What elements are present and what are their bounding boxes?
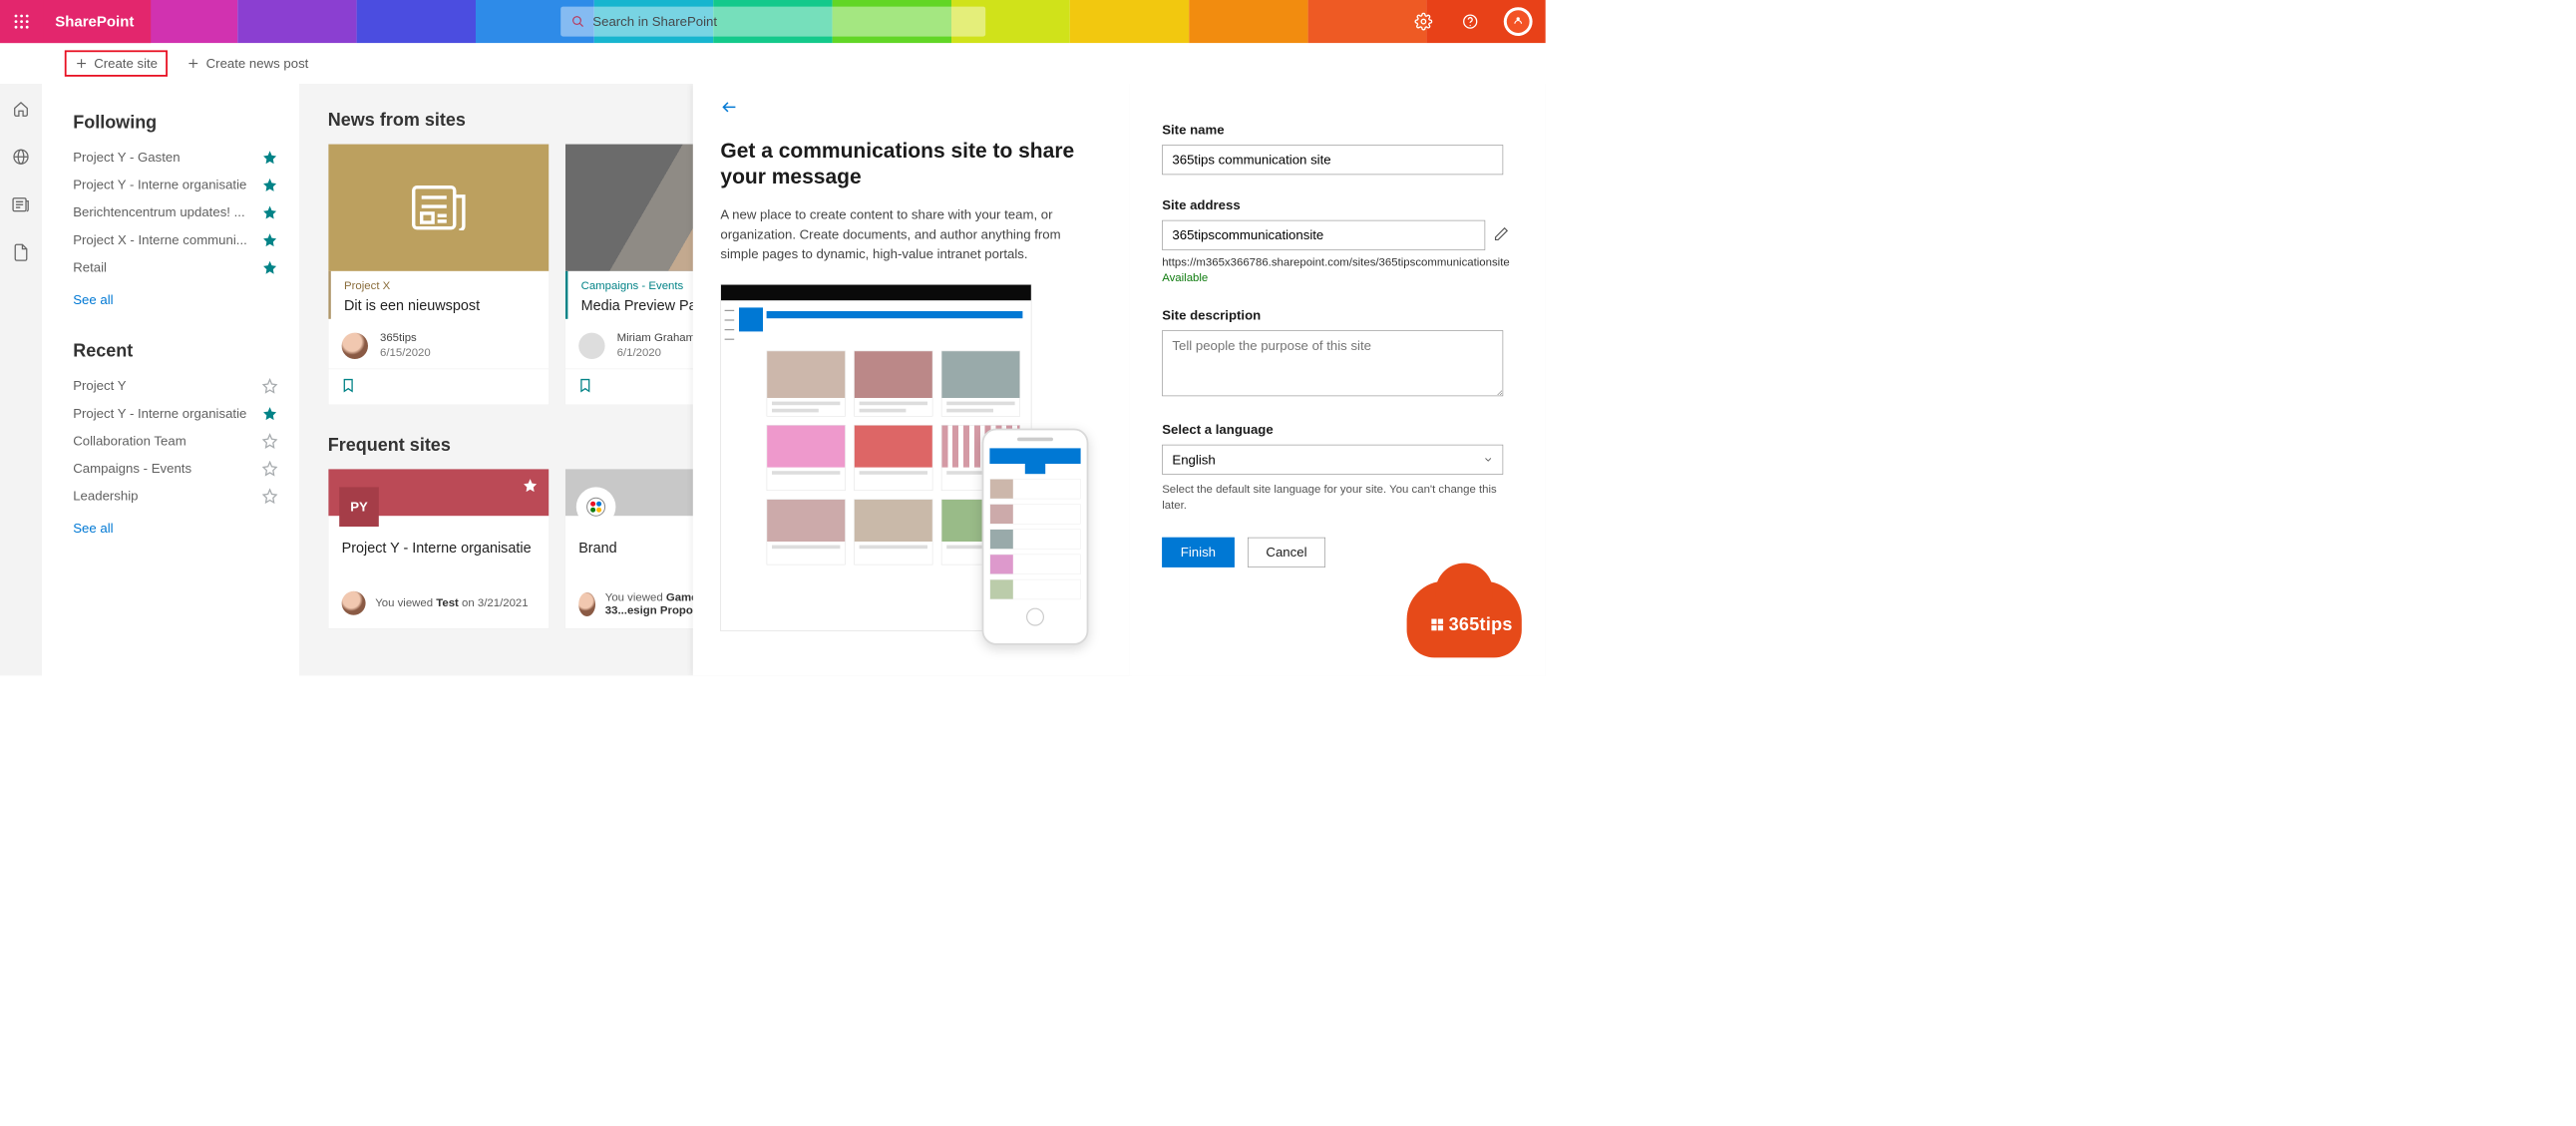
recent-heading: Recent [73, 341, 277, 361]
command-bar: Create site Create news post [0, 43, 1546, 84]
site-tile: PY [339, 488, 379, 528]
cancel-button[interactable]: Cancel [1248, 538, 1325, 567]
news-date: 6/15/2020 [380, 346, 431, 361]
news-date: 6/1/2020 [617, 346, 696, 361]
create-news-post-button[interactable]: Create news post [179, 52, 317, 75]
star-icon[interactable] [262, 489, 278, 505]
help-icon[interactable] [1457, 8, 1483, 34]
availability-status: Available [1162, 271, 1513, 284]
bookmark-icon[interactable] [577, 378, 593, 394]
brand-label[interactable]: SharePoint [43, 0, 151, 43]
viewer-avatar [342, 591, 366, 615]
see-all-following[interactable]: See all [73, 292, 113, 308]
star-icon[interactable] [262, 378, 278, 394]
search-input[interactable] [592, 14, 974, 30]
language-select[interactable]: English [1162, 445, 1503, 475]
site-description-input[interactable] [1162, 330, 1503, 396]
suite-bar: SharePoint [0, 0, 1546, 43]
globe-icon[interactable] [9, 145, 33, 169]
star-icon[interactable] [262, 232, 278, 248]
content-area: News from sites Project X Dit is een nie… [299, 84, 1546, 675]
author-avatar [578, 332, 604, 358]
star-icon[interactable] [523, 478, 539, 494]
star-icon[interactable] [262, 150, 278, 166]
star-icon[interactable] [262, 406, 278, 422]
site-link-row[interactable]: Retail [73, 259, 277, 275]
create-site-button[interactable]: Create site [65, 50, 168, 76]
settings-icon[interactable] [1410, 8, 1436, 34]
author-name: 365tips [380, 331, 431, 346]
phone-preview [982, 428, 1089, 644]
watermark-logo: 365tips [1407, 581, 1522, 658]
site-address-label: Site address [1162, 197, 1513, 213]
following-heading: Following [73, 113, 277, 133]
account-avatar[interactable] [1504, 7, 1533, 36]
frequent-site-card[interactable]: PY Project Y - Interne organisatie You v… [328, 469, 550, 628]
edit-address-icon[interactable] [1494, 226, 1510, 245]
site-link[interactable]: Project X - Interne communi... [73, 232, 247, 248]
site-link[interactable]: Leadership [73, 489, 138, 505]
site-description-label: Site description [1162, 307, 1513, 323]
viewer-avatar [578, 592, 595, 616]
site-link-row[interactable]: Leadership [73, 489, 277, 505]
site-link-row[interactable]: Project Y - Interne organisatie [73, 406, 277, 422]
star-icon[interactable] [262, 433, 278, 449]
site-url-preview: https://m365x366786.sharepoint.com/sites… [1162, 256, 1513, 269]
news-icon[interactable] [9, 192, 33, 216]
finish-button[interactable]: Finish [1162, 538, 1234, 567]
site-link-row[interactable]: Project Y - Gasten [73, 150, 277, 166]
panel-title: Get a communications site to share your … [720, 138, 1102, 190]
create-site-label: Create site [94, 56, 158, 72]
site-link-row[interactable]: Campaigns - Events [73, 461, 277, 477]
site-link[interactable]: Berichtencentrum updates! ... [73, 204, 244, 220]
site-link-row[interactable]: Project Y [73, 378, 277, 394]
news-site-link[interactable]: Campaigns - Events [581, 279, 684, 292]
site-name-label: Site name [1162, 122, 1513, 138]
files-icon[interactable] [9, 240, 33, 264]
star-icon[interactable] [262, 178, 278, 193]
site-name-input[interactable] [1162, 145, 1503, 175]
site-link[interactable]: Collaboration Team [73, 433, 185, 449]
site-preview-illustration [720, 284, 1031, 631]
create-site-panel-form: Site name Site address https://m365x3667… [1130, 84, 1546, 675]
star-icon[interactable] [262, 204, 278, 220]
site-address-input[interactable] [1162, 220, 1485, 250]
app-launcher-icon[interactable] [0, 0, 43, 43]
bookmark-icon[interactable] [340, 378, 356, 394]
site-tile [576, 488, 616, 528]
news-title: Dit is een nieuwspost [344, 297, 538, 314]
star-icon[interactable] [262, 461, 278, 477]
site-link[interactable]: Project Y - Interne organisatie [73, 406, 246, 422]
back-arrow-icon[interactable] [720, 98, 738, 116]
site-link[interactable]: Project Y - Interne organisatie [73, 178, 246, 193]
site-link-row[interactable]: Berichtencentrum updates! ... [73, 204, 277, 220]
site-link[interactable]: Campaigns - Events [73, 461, 191, 477]
vertical-rail [0, 84, 42, 675]
site-link[interactable]: Project Y - Gasten [73, 150, 180, 166]
site-link-row[interactable]: Collaboration Team [73, 433, 277, 449]
news-hero-icon [328, 145, 549, 271]
language-label: Select a language [1162, 422, 1513, 438]
search-icon [571, 15, 584, 28]
see-all-recent[interactable]: See all [73, 521, 113, 537]
language-helper-text: Select the default site language for you… [1162, 482, 1497, 514]
author-avatar [342, 332, 368, 358]
left-nav-column: Following Project Y - Gasten Project Y - … [42, 84, 299, 675]
news-site-link[interactable]: Project X [344, 279, 390, 292]
news-card[interactable]: Project X Dit is een nieuwspost 365tips6… [328, 144, 550, 405]
create-news-label: Create news post [206, 56, 309, 72]
author-name: Miriam Graham [617, 331, 696, 346]
home-icon[interactable] [9, 97, 33, 121]
create-site-panel-info: Get a communications site to share your … [693, 84, 1130, 675]
panel-description: A new place to create content to share w… [720, 204, 1102, 263]
site-link[interactable]: Project Y [73, 378, 126, 394]
site-link-row[interactable]: Project X - Interne communi... [73, 232, 277, 248]
site-link-row[interactable]: Project Y - Interne organisatie [73, 178, 277, 193]
site-link[interactable]: Retail [73, 259, 107, 275]
star-icon[interactable] [262, 259, 278, 275]
search-box[interactable] [560, 7, 985, 37]
